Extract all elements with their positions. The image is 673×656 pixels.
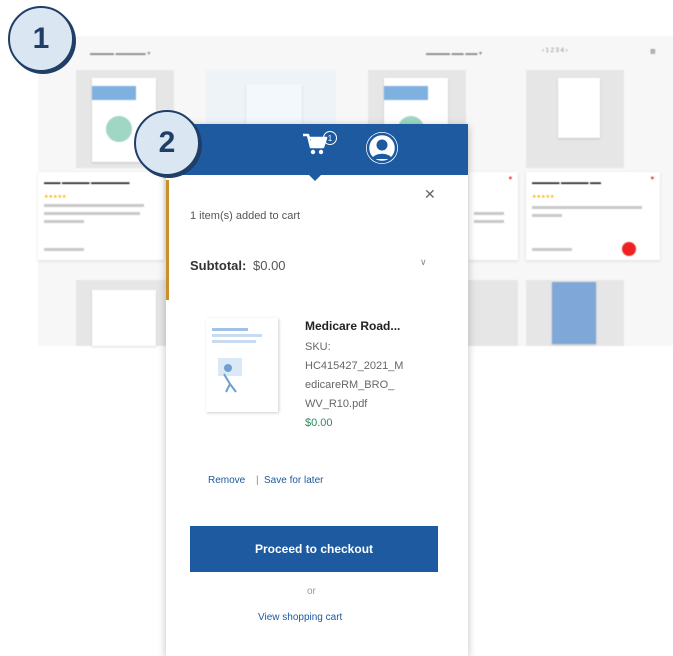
view-shopping-cart-link[interactable]: View shopping cart — [258, 612, 342, 623]
product-thumbnail[interactable] — [468, 280, 518, 346]
product-card[interactable]: ♥ — [468, 172, 518, 260]
notification-dot — [622, 242, 636, 256]
cart-item-thumbnail[interactable] — [206, 318, 278, 412]
subtotal-value: $0.00 — [253, 258, 286, 273]
background-image-edge — [166, 180, 169, 300]
subtotal-label: Subtotal: — [190, 258, 247, 273]
close-icon[interactable]: ✕ — [424, 186, 436, 203]
link-separator: | — [256, 475, 259, 486]
step-badge-2: 2 — [134, 110, 200, 176]
dropdown-pointer — [308, 174, 322, 181]
cart-item-price: $0.00 — [305, 417, 333, 429]
save-for-later-link[interactable]: Save for later — [264, 475, 323, 486]
product-card[interactable]: ♥ ▬▬▬▬▬ ▬▬▬▬▬ ▬▬ ★★★★★ — [526, 172, 660, 260]
favorite-icon[interactable]: ♥ — [508, 176, 512, 182]
cart-count-badge: 1 — [323, 131, 337, 145]
product-thumbnail[interactable] — [526, 280, 624, 346]
proceed-to-checkout-button[interactable]: Proceed to checkout — [190, 526, 438, 572]
user-account-icon[interactable] — [366, 132, 398, 164]
pagination[interactable]: ‹ 1 2 3 4 › — [542, 48, 568, 54]
remove-link[interactable]: Remove — [208, 475, 245, 486]
cart-item-sku: SKU: HC415427_2021_M edicareRM_BRO_ WV_R… — [305, 341, 404, 410]
cart-item-name[interactable]: Medicare Road... — [305, 319, 400, 333]
or-separator: or — [307, 586, 316, 597]
sort-label: ▬▬▬▬ ▬▬▬▬▬ ▾ — [90, 51, 151, 57]
per-page-label: ▬▬▬▬ ▬▬ ▬▬ ▾ — [426, 51, 483, 57]
step-badge-1: 1 — [8, 6, 74, 72]
chevron-down-icon[interactable]: ∨ — [420, 257, 427, 268]
added-to-cart-message: 1 item(s) added to cart — [190, 210, 301, 222]
grid-view-icon[interactable]: ▦ — [650, 48, 656, 55]
favorite-icon[interactable]: ♥ — [650, 176, 654, 182]
product-thumbnail[interactable] — [76, 280, 174, 346]
product-card[interactable]: ▬▬▬ ▬▬▬▬▬ ▬▬▬▬▬▬▬ ★★★★★ — [38, 172, 164, 260]
product-thumbnail[interactable] — [526, 70, 624, 168]
